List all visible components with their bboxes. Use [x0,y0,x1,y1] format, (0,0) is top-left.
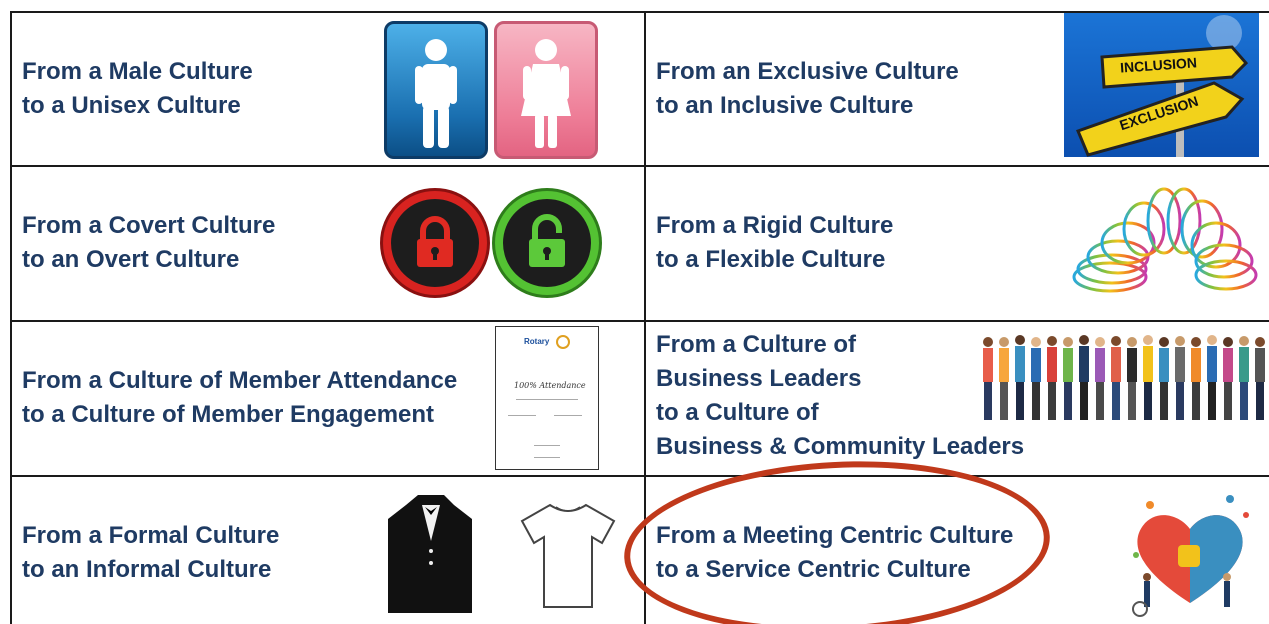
certificate-line [534,445,560,446]
cell-text: From a Culture of Business Leaders to a … [656,328,1024,464]
cell-rigid-flexible: From a Rigid Culture to a Flexible Cultu… [646,167,1269,322]
service-puzzle-heart-image [1120,485,1260,619]
text-line: From a Culture of [656,331,857,358]
male-restroom-icon [384,21,488,159]
text-line: Business Leaders [656,365,862,392]
cell-business-community-leaders: From a Culture of Business Leaders to a … [646,322,1269,477]
text-line: From a Covert Culture [22,212,276,239]
rotary-wheel-icon [556,335,570,349]
inclusion-exclusion-sign-image: INCLUSION EXCLUSION [1064,13,1259,157]
certificate-line [554,415,582,416]
text-line: From a Culture of Member Attendance [22,367,458,394]
cell-text: From a Formal Culture to an Informal Cul… [22,519,279,587]
text-line: to a Flexible Culture [656,246,886,273]
locked-padlock-icon [383,191,487,295]
text-line: to a Unisex Culture [22,92,241,119]
cell-male-unisex: From a Male Culture to a Unisex Culture [12,13,646,167]
text-line: to a Culture of [656,399,819,426]
cell-formal-informal: From a Formal Culture to an Informal Cul… [12,477,646,624]
tshirt-icon [518,501,618,611]
cell-covert-overt: From a Covert Culture to an Overt Cultur… [12,167,646,322]
cell-text: From a Culture of Member Attendance to a… [22,364,457,432]
certificate-title: 100% Attendance [514,381,586,390]
crowd-of-people-image [980,332,1266,422]
text-line: From a Male Culture [22,58,253,85]
text-line: to an Overt Culture [22,246,240,273]
text-line: to a Culture of Member Engagement [22,401,435,428]
certificate-line [534,457,560,458]
text-line: to an Inclusive Culture [656,92,914,119]
text-line: to an Informal Culture [22,556,272,583]
text-line: From an Exclusive Culture [656,58,959,85]
text-line: From a Rigid Culture [656,212,894,239]
cell-attendance-engagement: From a Culture of Member Attendance to a… [12,322,646,477]
certificate-brand: Rotary [524,337,550,346]
cell-text: From a Male Culture to a Unisex Culture [22,55,253,123]
tuxedo-icon [388,491,474,615]
slinky-spring-icon [1068,177,1260,309]
text-line: Business & Community Leaders [656,433,1025,460]
text-line: From a Formal Culture [22,522,280,549]
certificate-line [516,399,578,400]
cell-text: From a Covert Culture to an Overt Cultur… [22,209,275,277]
cell-text: From an Exclusive Culture to an Inclusiv… [656,55,959,123]
cell-text: From a Rigid Culture to a Flexible Cultu… [656,209,893,277]
unlocked-padlock-icon [495,191,599,295]
attendance-certificate-image: Rotary 100% Attendance [495,326,599,470]
certificate-line [508,415,536,416]
female-restroom-icon [494,21,598,159]
